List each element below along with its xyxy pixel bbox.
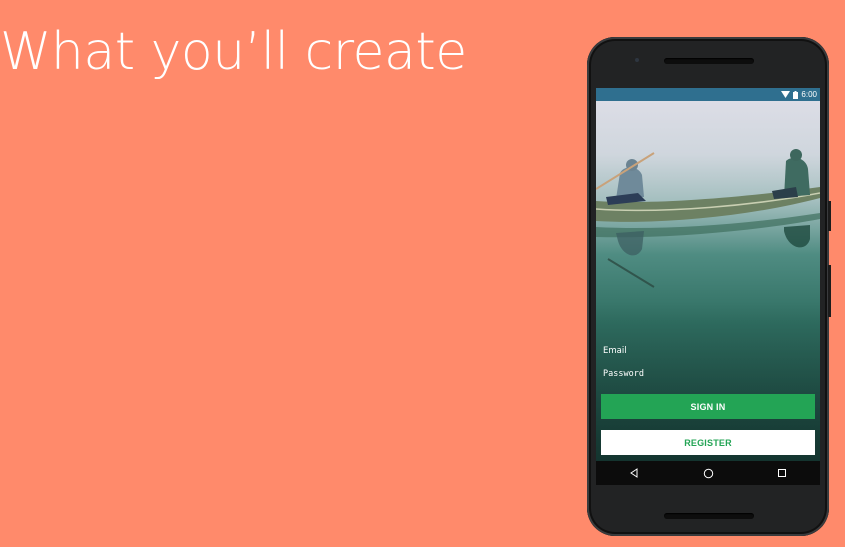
register-button[interactable]: REGISTER xyxy=(601,430,815,455)
sign-in-button[interactable]: SIGN IN xyxy=(601,394,815,419)
bottom-speaker xyxy=(664,513,754,519)
status-time: 6:00 xyxy=(801,90,817,99)
status-bar: 6:00 xyxy=(596,88,820,101)
phone-mockup: 6:00 Email Password SIGN IN REGISTER xyxy=(587,37,831,536)
slide-title: What you’ll create xyxy=(0,22,467,82)
home-icon xyxy=(703,468,713,478)
recents-button[interactable] xyxy=(757,461,807,485)
back-icon xyxy=(630,468,638,478)
background-photo xyxy=(596,101,820,485)
wifi-icon xyxy=(781,91,791,98)
password-field[interactable]: Password xyxy=(603,369,644,379)
back-button[interactable] xyxy=(609,461,659,485)
app-screen: 6:00 Email Password SIGN IN REGISTER xyxy=(596,88,820,485)
navigation-bar xyxy=(596,461,820,485)
home-button[interactable] xyxy=(683,461,733,485)
power-button xyxy=(828,201,831,231)
battery-icon xyxy=(793,90,799,99)
recents-icon xyxy=(778,469,786,477)
front-camera xyxy=(635,58,639,62)
top-speaker xyxy=(664,58,754,64)
volume-button xyxy=(828,265,831,317)
email-field[interactable]: Email xyxy=(603,346,627,356)
